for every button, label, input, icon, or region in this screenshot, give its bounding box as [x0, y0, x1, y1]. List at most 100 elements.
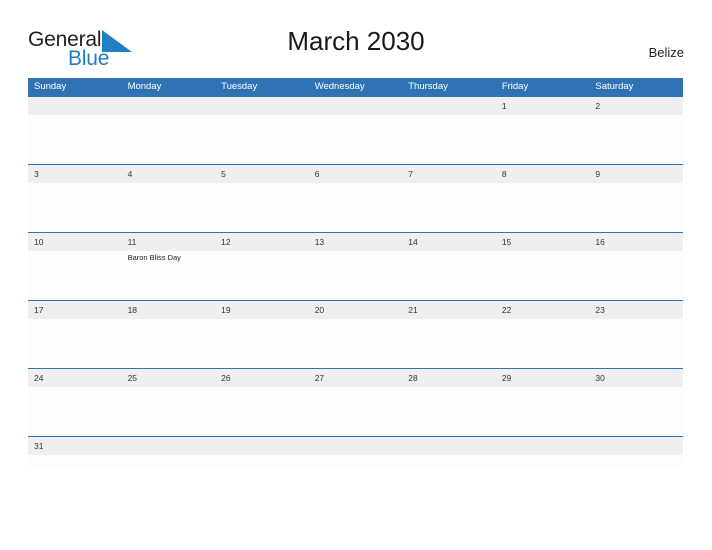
day-number[interactable]: 20	[309, 301, 403, 319]
calendar-week-row: 3 4 5 6 7 8 9	[28, 164, 683, 232]
day-event[interactable]	[402, 251, 496, 300]
calendar-week-row: 17 18 19 20 21 22 23	[28, 300, 683, 368]
day-event[interactable]	[496, 183, 590, 232]
day-number[interactable]: 30	[589, 369, 683, 387]
day-event[interactable]	[215, 387, 309, 436]
week-date-numbers: 10 11 12 13 14 15 16	[28, 233, 683, 251]
day-event[interactable]	[496, 319, 590, 368]
day-number[interactable]: 26	[215, 369, 309, 387]
day-header-monday: Monday	[127, 81, 162, 92]
day-number[interactable]: 24	[28, 369, 122, 387]
day-event[interactable]: Baron Bliss Day	[122, 251, 216, 300]
day-number[interactable]	[215, 97, 309, 115]
day-event[interactable]	[402, 387, 496, 436]
day-of-week-header-row: Sunday Monday Tuesday Wednesday Thursday…	[28, 78, 683, 96]
day-event[interactable]	[28, 183, 122, 232]
day-header-tuesday: Tuesday	[221, 81, 258, 92]
day-number[interactable]	[309, 437, 403, 455]
day-event[interactable]	[589, 319, 683, 368]
day-number[interactable]: 15	[496, 233, 590, 251]
day-number[interactable]: 8	[496, 165, 590, 183]
day-number[interactable]: 18	[122, 301, 216, 319]
day-number[interactable]: 14	[402, 233, 496, 251]
week-event-area	[28, 387, 683, 436]
day-event[interactable]	[122, 387, 216, 436]
calendar-grid: Sunday Monday Tuesday Wednesday Thursday…	[28, 78, 683, 469]
day-number[interactable]: 27	[309, 369, 403, 387]
day-number[interactable]: 12	[215, 233, 309, 251]
day-event[interactable]	[589, 455, 683, 504]
day-number[interactable]: 9	[589, 165, 683, 183]
day-event[interactable]	[402, 183, 496, 232]
week-event-area	[28, 183, 683, 232]
day-event[interactable]	[402, 115, 496, 164]
day-number[interactable]	[122, 97, 216, 115]
day-event[interactable]	[309, 387, 403, 436]
day-event[interactable]	[122, 115, 216, 164]
page-title: March 2030	[287, 26, 425, 56]
day-number[interactable]: 23	[589, 301, 683, 319]
calendar-week-row: 1 2	[28, 96, 683, 164]
day-number[interactable]: 19	[215, 301, 309, 319]
day-number[interactable]: 16	[589, 233, 683, 251]
day-event[interactable]	[589, 387, 683, 436]
day-event[interactable]	[309, 319, 403, 368]
day-number[interactable]: 13	[309, 233, 403, 251]
week-date-numbers: 17 18 19 20 21 22 23	[28, 301, 683, 319]
day-number[interactable]	[402, 437, 496, 455]
day-number[interactable]	[215, 437, 309, 455]
day-number[interactable]: 3	[28, 165, 122, 183]
day-number[interactable]: 29	[496, 369, 590, 387]
day-event[interactable]	[28, 319, 122, 368]
day-number[interactable]: 1	[496, 97, 590, 115]
day-number[interactable]	[496, 437, 590, 455]
day-number[interactable]	[28, 97, 122, 115]
day-event[interactable]	[215, 319, 309, 368]
day-event[interactable]	[215, 115, 309, 164]
day-header-friday: Friday	[501, 81, 529, 92]
day-event[interactable]	[589, 115, 683, 164]
day-number[interactable]: 5	[215, 165, 309, 183]
day-event[interactable]	[215, 455, 309, 504]
day-event[interactable]	[496, 115, 590, 164]
day-number[interactable]	[309, 97, 403, 115]
day-event[interactable]	[309, 455, 403, 504]
day-event[interactable]	[309, 251, 403, 300]
day-number[interactable]: 7	[402, 165, 496, 183]
day-number[interactable]	[589, 437, 683, 455]
day-number[interactable]: 31	[28, 437, 122, 455]
day-event[interactable]	[309, 115, 403, 164]
day-event[interactable]	[28, 115, 122, 164]
day-event[interactable]	[215, 183, 309, 232]
day-number[interactable]: 4	[122, 165, 216, 183]
day-event[interactable]	[215, 251, 309, 300]
day-number[interactable]: 10	[28, 233, 122, 251]
day-event[interactable]	[122, 183, 216, 232]
day-event[interactable]	[496, 251, 590, 300]
day-number[interactable]	[122, 437, 216, 455]
day-number[interactable]: 11	[122, 233, 216, 251]
day-event[interactable]	[402, 455, 496, 504]
day-event[interactable]	[496, 455, 590, 504]
day-number[interactable]: 21	[402, 301, 496, 319]
day-number[interactable]: 28	[402, 369, 496, 387]
day-number[interactable]	[402, 97, 496, 115]
day-header-saturday: Saturday	[595, 81, 634, 92]
day-event[interactable]	[589, 183, 683, 232]
country-label: Belize	[648, 45, 684, 60]
day-event[interactable]	[496, 387, 590, 436]
day-number[interactable]: 22	[496, 301, 590, 319]
day-event[interactable]	[402, 319, 496, 368]
day-number[interactable]: 6	[309, 165, 403, 183]
day-event[interactable]	[28, 455, 122, 504]
week-event-area	[28, 115, 683, 164]
day-number[interactable]: 25	[122, 369, 216, 387]
day-number[interactable]: 2	[589, 97, 683, 115]
day-event[interactable]	[28, 387, 122, 436]
day-event[interactable]	[309, 183, 403, 232]
day-event[interactable]	[28, 251, 122, 300]
day-event[interactable]	[122, 455, 216, 504]
day-number[interactable]: 17	[28, 301, 122, 319]
day-event[interactable]	[122, 319, 216, 368]
day-event[interactable]	[589, 251, 683, 300]
